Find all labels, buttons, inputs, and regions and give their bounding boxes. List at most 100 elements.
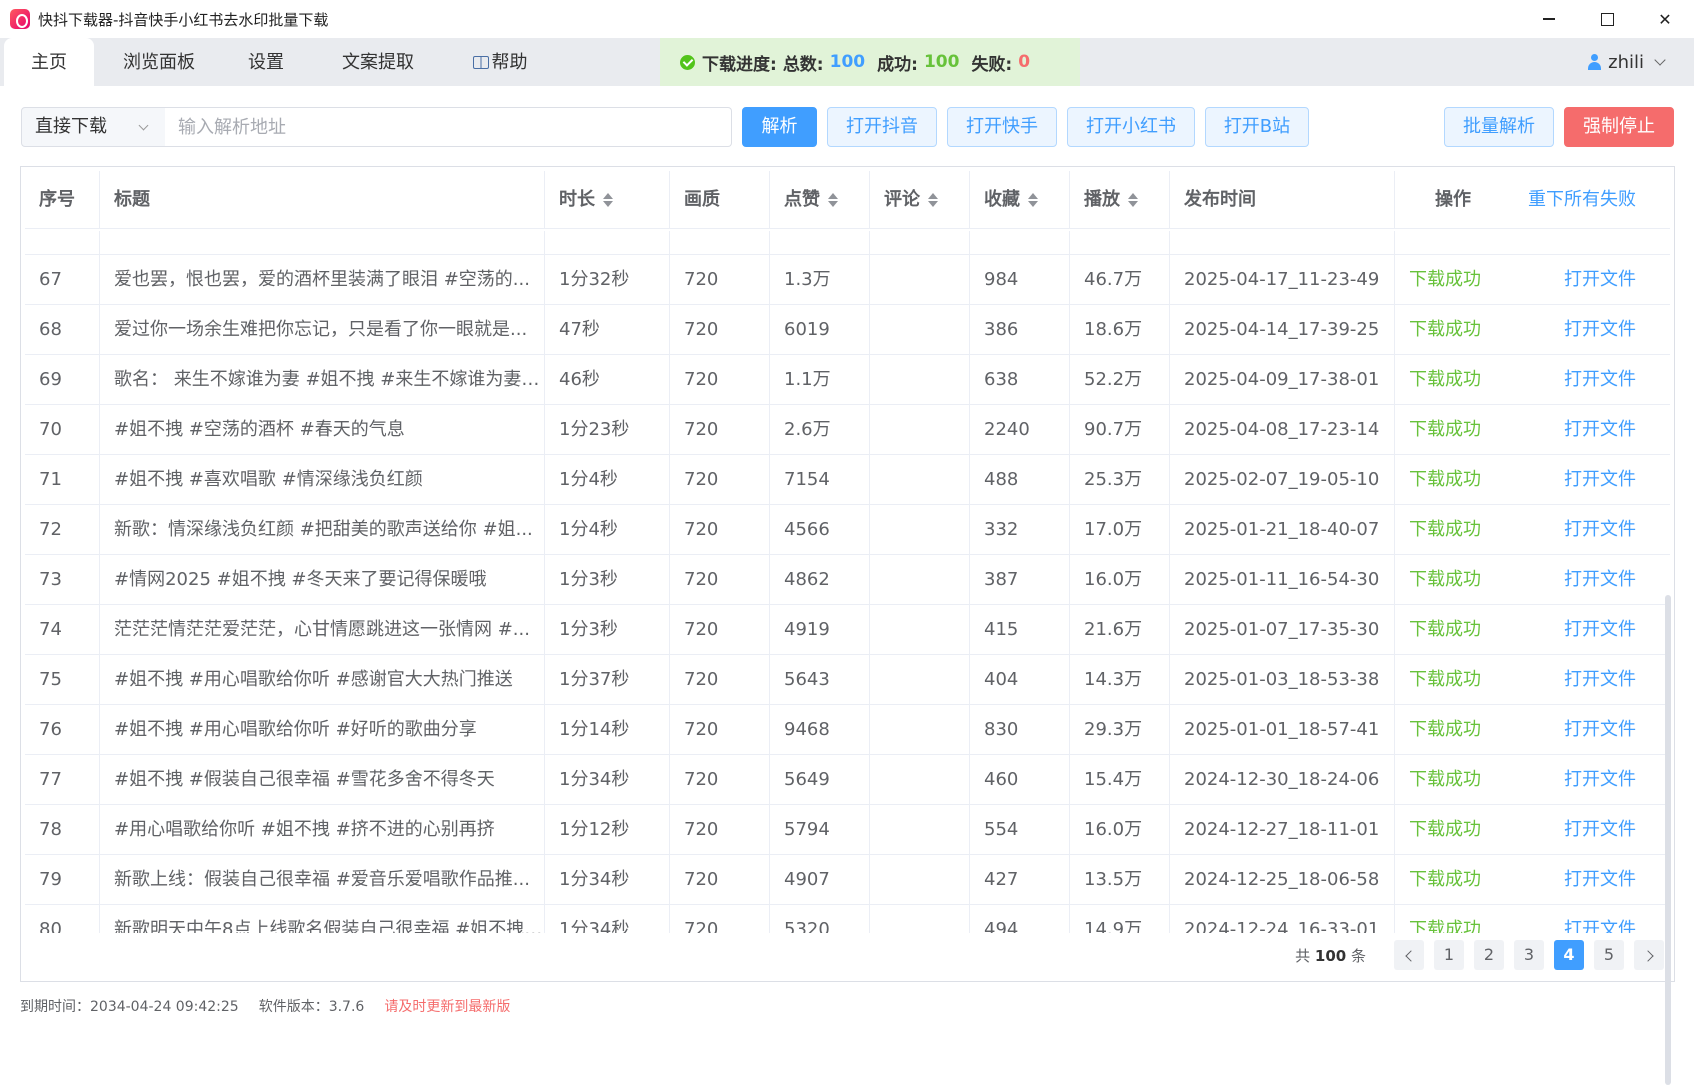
cell-title: 爱过你一场余生难把你忘记，只是看了你一眼就是...	[100, 305, 545, 354]
batch-parse-button[interactable]: 批量解析	[1444, 107, 1554, 147]
cell-title: #用心唱歌给你听 #姐不拽 #挤不进的心别再挤	[100, 805, 545, 854]
cell-quality: 720	[670, 555, 770, 604]
minimize-button[interactable]	[1520, 0, 1578, 38]
cell-quality: 720	[670, 605, 770, 654]
update-hint[interactable]: 请及时更新到最新版	[384, 996, 510, 1016]
window-controls: ✕	[1520, 0, 1694, 38]
force-stop-button[interactable]: 强制停止	[1564, 107, 1674, 147]
cell-likes: 1.1万	[770, 355, 870, 404]
cell-duration: 1分3秒	[545, 605, 670, 654]
table-row-partial	[25, 231, 1670, 255]
table-row: 77 #姐不拽 #假装自己很幸福 #雪花多舍不得冬天 1分34秒 720 5649 460…	[25, 755, 1670, 805]
cell-quality: 720	[670, 855, 770, 904]
user-menu[interactable]: zhili	[1587, 38, 1666, 86]
open-file-link[interactable]: 打开文件	[1564, 405, 1636, 454]
open-file-link[interactable]: 打开文件	[1564, 705, 1636, 754]
open-kuaishou-button[interactable]: 打开快手	[947, 107, 1057, 147]
cell-favorites: 830	[970, 705, 1070, 754]
table-row: 68 爱过你一场余生难把你忘记，只是看了你一眼就是... 47秒 720 6019 386…	[25, 305, 1670, 355]
cell-duration: 1分34秒	[545, 855, 670, 904]
open-file-link[interactable]: 打开文件	[1564, 605, 1636, 654]
page-3-button[interactable]: 3	[1514, 940, 1544, 970]
cell-actions: 下载成功 打开文件	[1395, 305, 1670, 354]
tab-home[interactable]: 主页	[4, 38, 94, 86]
open-file-link[interactable]: 打开文件	[1564, 455, 1636, 504]
retry-all-failed-link[interactable]: 重下所有失败	[1528, 171, 1636, 229]
page-5-button[interactable]: 5	[1594, 940, 1624, 970]
open-bilibili-button[interactable]: 打开B站	[1205, 107, 1309, 147]
download-status: 下载成功	[1409, 369, 1481, 390]
open-file-link[interactable]: 打开文件	[1564, 805, 1636, 854]
cell-favorites: 488	[970, 455, 1070, 504]
page-4-button[interactable]: 4	[1554, 940, 1584, 970]
th-likes[interactable]: 点赞	[770, 171, 870, 229]
open-xiaohongshu-button[interactable]: 打开小红书	[1067, 107, 1195, 147]
open-file-link[interactable]: 打开文件	[1564, 855, 1636, 904]
tab-settings[interactable]: 设置	[226, 38, 306, 86]
table-row: 79 新歌上线：假装自己很幸福 #爱音乐爱唱歌作品推... 1分34秒 720 4907…	[25, 855, 1670, 905]
download-status: 下载成功	[1409, 469, 1481, 490]
table-row: 67 爱也罢，恨也罢，爱的酒杯里装满了眼泪 #空荡的... 1分32秒 720 1.3万…	[25, 255, 1670, 305]
page-1-button[interactable]: 1	[1434, 940, 1464, 970]
open-file-link[interactable]: 打开文件	[1564, 905, 1636, 933]
th-duration[interactable]: 时长	[545, 171, 670, 229]
prev-page-button[interactable]	[1394, 940, 1424, 970]
th-comments[interactable]: 评论	[870, 171, 970, 229]
open-file-link[interactable]: 打开文件	[1564, 355, 1636, 404]
cell-likes: 7154	[770, 455, 870, 504]
open-file-link[interactable]: 打开文件	[1564, 255, 1636, 304]
th-index: 序号	[25, 171, 100, 229]
cell-likes: 5794	[770, 805, 870, 854]
cell-comments	[870, 305, 970, 354]
cell-index: 80	[25, 905, 100, 933]
title-bar: 快抖下载器-抖音快手小红书去水印批量下载 ✕	[0, 0, 1694, 38]
cell-title: #姐不拽 #喜欢唱歌 #情深缘浅负红颜	[100, 455, 545, 504]
cell-actions: 下载成功 打开文件	[1395, 255, 1670, 304]
cell-plays: 16.0万	[1070, 805, 1170, 854]
next-page-button[interactable]	[1634, 940, 1664, 970]
open-file-link[interactable]: 打开文件	[1564, 655, 1636, 704]
open-file-link[interactable]: 打开文件	[1564, 755, 1636, 804]
tab-bar: 主页 浏览面板 设置 文案提取 帮助 下载进度: 总数: 100 成功: 100…	[0, 38, 1694, 86]
cell-comments	[870, 505, 970, 554]
th-plays[interactable]: 播放	[1070, 171, 1170, 229]
maximize-button[interactable]	[1578, 0, 1636, 38]
cell-title: 新歌上线：假装自己很幸福 #爱音乐爱唱歌作品推...	[100, 855, 545, 904]
open-douyin-button[interactable]: 打开抖音	[827, 107, 937, 147]
cell-duration: 46秒	[545, 355, 670, 404]
th-favorites[interactable]: 收藏	[970, 171, 1070, 229]
chevron-down-icon	[1654, 54, 1666, 66]
close-button[interactable]: ✕	[1636, 0, 1694, 38]
cell-favorites: 984	[970, 255, 1070, 304]
cell-comments	[870, 755, 970, 804]
table-scrollbar[interactable]	[1665, 595, 1671, 1085]
cell-plays: 13.5万	[1070, 855, 1170, 904]
open-file-link[interactable]: 打开文件	[1564, 305, 1636, 354]
download-status: 下载成功	[1409, 319, 1481, 340]
tab-help[interactable]: 帮助	[460, 38, 540, 86]
cell-favorites: 2240	[970, 405, 1070, 454]
pagination: 共 100 条 1 2 3 4 5	[1295, 940, 1664, 970]
cell-publish-time: 2025-01-07_17-35-30	[1170, 605, 1395, 654]
open-file-link[interactable]: 打开文件	[1564, 505, 1636, 554]
cell-publish-time: 2024-12-25_18-06-58	[1170, 855, 1395, 904]
table-row: 70 #姐不拽 #空荡的酒杯 #春天的气息 1分23秒 720 2.6万 2240 90.7…	[25, 405, 1670, 455]
cell-plays: 46.7万	[1070, 255, 1170, 304]
cell-actions: 下载成功 打开文件	[1395, 655, 1670, 704]
cell-quality: 720	[670, 355, 770, 404]
tab-copy-extract[interactable]: 文案提取	[328, 38, 428, 86]
total-number: 100	[1314, 946, 1347, 965]
table-row: 78 #用心唱歌给你听 #姐不拽 #挤不进的心别再挤 1分12秒 720 5794 554…	[25, 805, 1670, 855]
tab-browse-panel[interactable]: 浏览面板	[104, 38, 214, 86]
open-file-link[interactable]: 打开文件	[1564, 555, 1636, 604]
url-input[interactable]	[165, 107, 732, 147]
page-2-button[interactable]: 2	[1474, 940, 1504, 970]
download-progress: 下载进度: 总数: 100 成功: 100 失败: 0	[660, 38, 1080, 86]
cell-title: 茫茫茫情茫茫爱茫茫，心甘情愿跳进这一张情网 #...	[100, 605, 545, 654]
cell-likes: 5643	[770, 655, 870, 704]
download-mode-select[interactable]: 直接下载	[21, 107, 166, 147]
cell-actions: 下载成功 打开文件	[1395, 455, 1670, 504]
cell-index: 72	[25, 505, 100, 554]
cell-actions: 下载成功 打开文件	[1395, 905, 1670, 933]
parse-button[interactable]: 解析	[742, 107, 817, 147]
